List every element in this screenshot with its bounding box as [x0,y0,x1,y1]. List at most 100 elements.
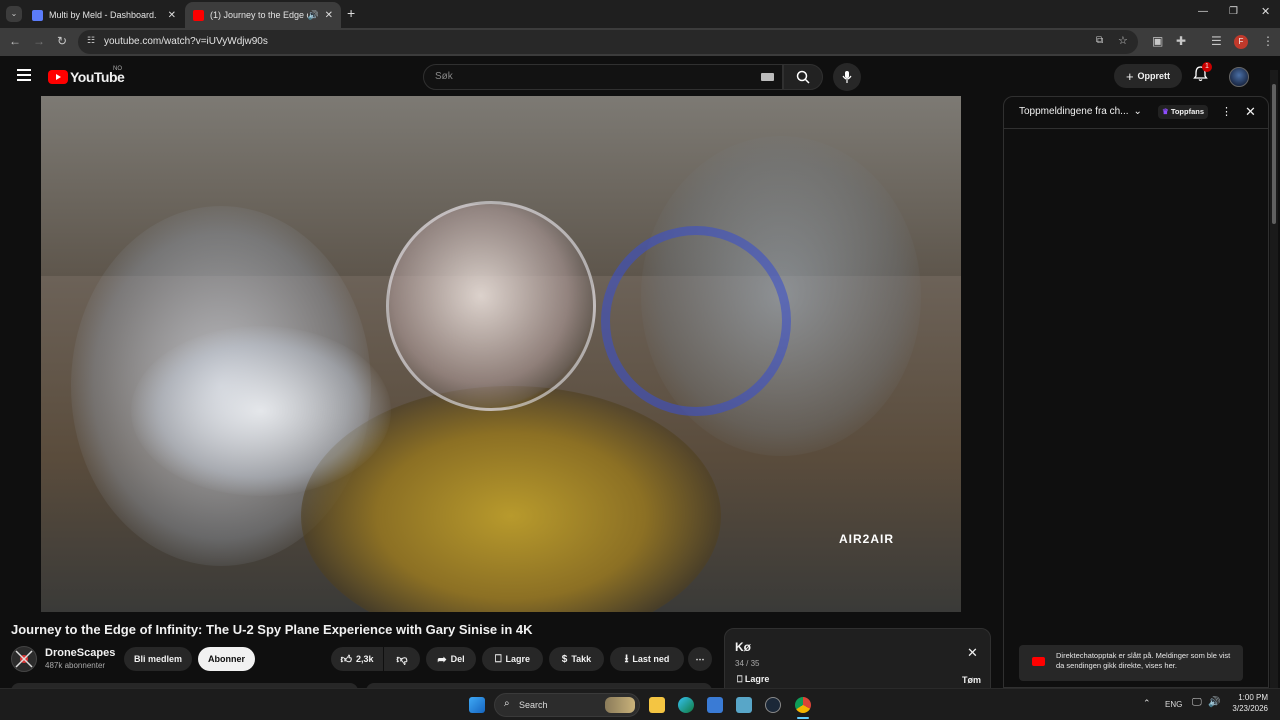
notice-text: Direktechatopptak er slått på. Meldinger… [1056,651,1231,670]
channel-name[interactable]: DroneScapes [45,647,115,659]
input-language[interactable]: ENG [1165,700,1182,709]
subscribe-button[interactable]: Abonner [198,647,255,671]
bookmark-icon: ⎕ [737,674,743,684]
account-avatar[interactable] [1229,67,1249,87]
share-arrow-icon: ➦ [437,653,447,666]
close-tab-icon[interactable]: ✕ [168,10,176,21]
tab-youtube-video[interactable]: (1) Journey to the Edge of I 🔊 ✕ [185,2,341,28]
reading-list-icon[interactable]: ☰ [1211,34,1222,48]
extensions-icon[interactable]: ✚ [1176,34,1186,48]
plus-icon: + [1125,68,1134,84]
video-player[interactable]: AIR2AIR [41,96,961,612]
join-button[interactable]: Bli medlem [124,647,192,671]
youtube-header: YouTube NO Søk + Opprett 1 [0,56,1280,96]
search-icon: ⌕ [504,698,510,709]
voice-search-button[interactable] [833,63,861,91]
chrome-icon[interactable] [795,697,811,713]
tab-title: (1) Journey to the Edge of I [210,10,308,20]
chat-title: Toppmeldingene fra ch... [1019,106,1129,117]
system-clock[interactable]: 1:00 PM 3/23/2026 [1228,692,1268,714]
youtube-notice-icon [1032,657,1045,666]
chat-header: Toppmeldingene fra ch... ⌄ ♛ Toppfans ⋮ … [1004,97,1268,129]
browser-tab-bar: ⌄ Multi by Meld - Dashboard. ✕ (1) Journ… [0,0,1280,28]
download-button[interactable]: ⭳ Last ned [610,647,684,671]
share-label: Del [450,654,465,664]
top-fans-label: Toppfans [1170,107,1205,116]
search-button[interactable] [783,64,823,90]
browser-menu-icon[interactable]: ⋮ [1262,34,1274,48]
ssh-client-icon[interactable] [736,697,752,713]
restore-icon[interactable]: ❐ [1229,6,1238,17]
volume-icon[interactable]: 🔊 [1208,697,1220,708]
reload-icon[interactable]: ↻ [57,34,67,48]
country-code: NO [113,66,122,72]
windows-start-icon[interactable] [469,697,485,713]
subscribe-label: Abonner [208,654,245,664]
close-window-icon[interactable]: ✕ [1261,5,1270,18]
file-explorer-icon[interactable] [649,697,665,713]
thumbs-up-icon: 👍︎ [340,653,352,666]
queue-panel: Kø 34 / 35 ✕ ⎕ Lagre Tøm [724,628,991,690]
edge-browser-icon[interactable] [678,697,694,713]
taskbar-search-label: Search [519,700,548,710]
bookmark-star-icon[interactable]: ☆ [1118,34,1128,47]
save-button[interactable]: ⎕ Lagre [482,647,543,671]
keyboard-icon[interactable] [761,73,774,81]
network-icon[interactable]: 🖵 [1192,697,1202,708]
download-icon: ⭳ [624,652,629,665]
thanks-dollar-icon: $ [561,653,568,665]
thumbs-down-icon: 👎︎ [396,653,408,666]
queue-count: 34 / 35 [735,659,760,668]
forward-icon[interactable]: → [33,34,45,48]
close-tab-icon[interactable]: ✕ [325,10,333,21]
install-app-icon[interactable]: ⧉ [1096,35,1103,46]
youtube-favicon-icon [193,9,204,21]
queue-clear-button[interactable]: Tøm [962,675,981,685]
clock-time: 1:00 PM [1238,693,1268,702]
like-button[interactable]: 👍︎ 2,3k [331,647,383,671]
save-label: Lagre [505,654,531,664]
top-fans-badge[interactable]: ♛ Toppfans [1158,105,1209,119]
chat-close-icon[interactable]: ✕ [1245,104,1256,120]
meld-favicon-icon [32,9,43,21]
queue-save-label: Lagre [744,674,770,684]
clock-date: 3/23/2026 [1232,704,1268,713]
create-button[interactable]: + Opprett [1114,64,1182,88]
page-scrollbar-thumb[interactable] [1272,84,1276,224]
chat-more-icon[interactable]: ⋮ [1221,105,1232,118]
more-actions-button[interactable]: ⋯ [688,647,712,671]
back-icon[interactable]: ← [9,34,21,48]
youtube-logo[interactable]: YouTube NO [48,66,125,85]
extensions-puzzle-icon[interactable]: ▣ [1152,34,1163,48]
like-count: 2,3k [355,654,374,664]
share-button[interactable]: ➦ Del [426,647,476,671]
minimize-icon[interactable]: — [1198,6,1208,17]
dislike-button[interactable]: 👎︎ [384,647,420,671]
steam-icon[interactable] [765,697,781,713]
download-label: Last ned [632,654,670,664]
profile-avatar[interactable]: F [1234,35,1248,49]
notification-count-badge: 1 [1202,62,1212,72]
notifications-button[interactable]: 1 [1193,62,1212,87]
speaker-icon[interactable]: 🔊 [308,10,319,21]
queue-close-icon[interactable]: ✕ [967,645,978,661]
store-app-icon[interactable] [707,697,723,713]
taskbar-search-box[interactable]: ⌕ Search [494,693,640,717]
hamburger-menu-icon[interactable] [17,69,31,81]
subscriber-count: 487k abonnenter [45,661,106,670]
chat-mode-dropdown[interactable]: Toppmeldingene fra ch... ⌄ [1019,106,1142,117]
tab-meld-dashboard[interactable]: Multi by Meld - Dashboard. ✕ [24,2,184,28]
queue-save-button[interactable]: ⎕ Lagre [737,674,769,685]
more-horizontal-icon: ⋯ [695,653,705,664]
tray-expand-icon[interactable]: ⌃ [1143,698,1151,709]
tab-search-dropdown-icon[interactable]: ⌄ [6,6,22,22]
channel-avatar[interactable] [11,646,37,672]
thanks-button[interactable]: $ Takk [549,647,604,671]
url-field[interactable]: ☷ youtube.com/watch?v=iUVyWdjw90s ⧉ ☆ [78,30,1138,54]
url-text: youtube.com/watch?v=iUVyWdjw90s [104,36,268,47]
video-frame-helmet [386,201,596,411]
new-tab-icon[interactable]: + [347,5,355,21]
site-info-icon[interactable]: ☷ [87,35,95,46]
drone-logo-icon [15,650,33,668]
search-input[interactable]: Søk [423,64,783,90]
